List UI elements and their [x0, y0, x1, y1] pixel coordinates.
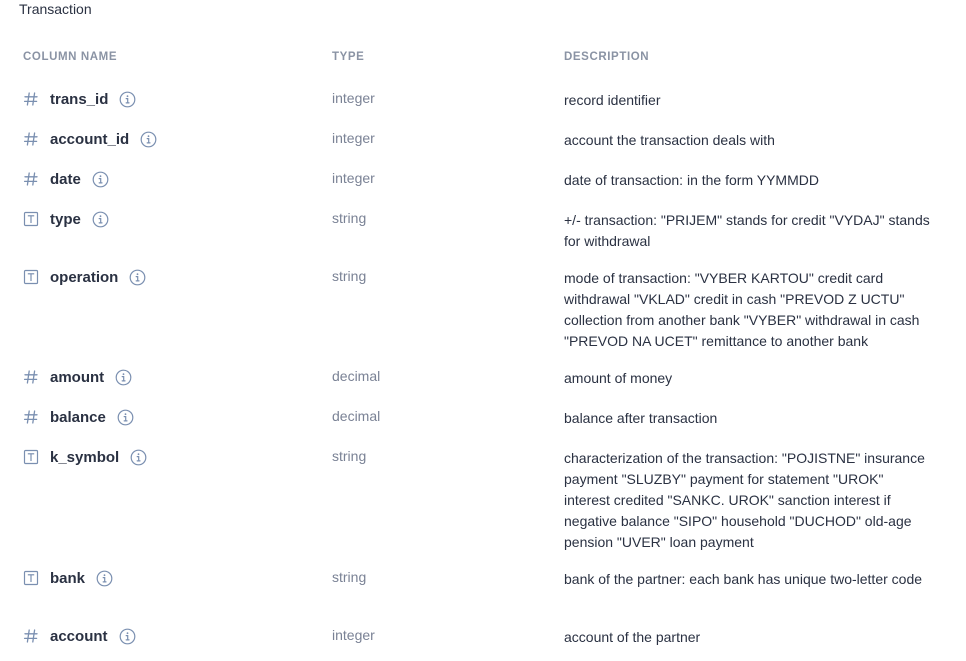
- header-column-name: COLUMN NAME: [23, 51, 118, 63]
- column-type: string: [332, 268, 367, 284]
- table-title: Transaction: [19, 1, 92, 17]
- hash-icon: [23, 91, 39, 107]
- column-name-cell: type: [23, 208, 109, 230]
- text-type-icon: [23, 570, 39, 586]
- column-type: string: [332, 210, 367, 226]
- column-name: account: [50, 627, 108, 645]
- column-name: date: [50, 170, 81, 188]
- header-description: DESCRIPTION: [564, 51, 650, 63]
- column-name-cell: bank: [23, 567, 113, 589]
- column-description: account the transaction deals with: [564, 132, 775, 148]
- column-name: trans_id: [50, 90, 109, 108]
- column-name: type: [50, 210, 81, 228]
- hash-icon: [23, 131, 39, 147]
- column-name: k_symbol: [50, 448, 120, 466]
- info-icon[interactable]: [119, 91, 136, 108]
- schema-page: Transaction COLUMN NAME TYPE DESCRIPTION…: [0, 0, 966, 661]
- column-type: string: [332, 569, 367, 585]
- column-description: amount of money: [564, 370, 673, 386]
- info-icon[interactable]: [130, 449, 147, 466]
- hash-icon: [23, 628, 39, 644]
- info-icon[interactable]: [96, 570, 113, 587]
- column-type: integer: [332, 130, 375, 146]
- hash-icon: [23, 171, 39, 187]
- column-description: record identifier: [564, 92, 661, 108]
- column-type: integer: [332, 627, 375, 643]
- column-name: account_id: [50, 130, 130, 148]
- column-name-cell: account_id: [23, 128, 157, 150]
- column-name: bank: [50, 569, 86, 587]
- info-icon[interactable]: [119, 628, 136, 645]
- column-name-cell: trans_id: [23, 88, 136, 110]
- info-icon[interactable]: [140, 131, 157, 148]
- column-type: integer: [332, 90, 375, 106]
- column-type: integer: [332, 170, 375, 186]
- column-name: operation: [50, 268, 119, 286]
- info-icon[interactable]: [92, 171, 109, 188]
- column-name-cell: amount: [23, 366, 132, 388]
- column-type: decimal: [332, 368, 381, 384]
- column-name-cell: operation: [23, 266, 146, 288]
- header-type: TYPE: [332, 51, 365, 63]
- info-icon[interactable]: [129, 269, 146, 286]
- column-description: mode of transaction: "VYBER KARTOU" cred…: [564, 270, 920, 349]
- column-name: balance: [50, 408, 106, 426]
- info-icon[interactable]: [117, 409, 134, 426]
- text-type-icon: [23, 269, 39, 285]
- column-description: account of the partner: [564, 629, 701, 645]
- info-icon[interactable]: [92, 211, 109, 228]
- column-description: characterization of the transaction: "PO…: [564, 450, 925, 550]
- column-name-cell: date: [23, 168, 109, 190]
- column-description: date of transaction: in the form YYMMDD: [564, 172, 819, 188]
- column-name: amount: [50, 368, 105, 386]
- column-name-cell: account: [23, 625, 136, 647]
- column-name-cell: balance: [23, 406, 134, 428]
- column-description: bank of the partner: each bank has uniqu…: [564, 571, 923, 587]
- column-name-cell: k_symbol: [23, 446, 147, 468]
- column-type: decimal: [332, 408, 381, 424]
- column-description: +/- transaction: "PRIJEM" stands for cre…: [564, 212, 930, 249]
- column-description: balance after transaction: [564, 410, 718, 426]
- hash-icon: [23, 369, 39, 385]
- hash-icon: [23, 409, 39, 425]
- column-type: string: [332, 448, 367, 464]
- text-type-icon: [23, 449, 39, 465]
- info-icon[interactable]: [115, 369, 132, 386]
- text-type-icon: [23, 211, 39, 227]
